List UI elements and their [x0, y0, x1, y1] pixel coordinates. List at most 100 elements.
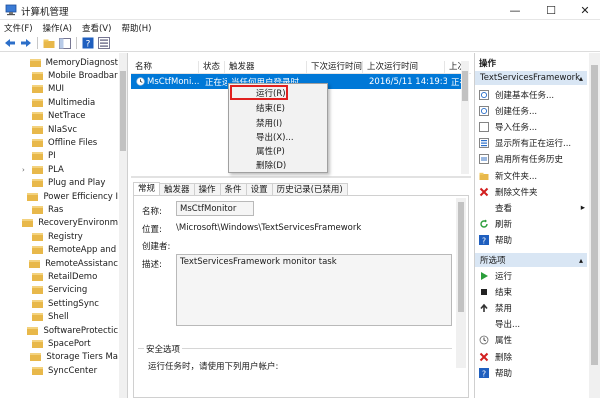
- action-item[interactable]: 创建任务...: [479, 104, 587, 117]
- tree-item[interactable]: Registry: [0, 230, 118, 243]
- action-item[interactable]: 导入任务...: [479, 120, 587, 133]
- properties-icon: [479, 335, 489, 345]
- help-icon[interactable]: ?: [81, 36, 95, 50]
- forward-arrow-icon[interactable]: [19, 36, 33, 50]
- tree-item[interactable]: RecoveryEnvironm: [0, 217, 118, 230]
- action-item[interactable]: 删除: [479, 350, 587, 363]
- tree-item[interactable]: Storage Tiers Ma: [0, 351, 118, 364]
- tree-item[interactable]: Shell: [0, 311, 118, 324]
- tree-item[interactable]: RemoteApp and: [0, 244, 118, 257]
- tree-item[interactable]: Mobile Broadbar: [0, 69, 118, 82]
- minimize-button[interactable]: —: [500, 0, 530, 20]
- collapse-arrow-icon[interactable]: ▴: [579, 74, 583, 83]
- tree-item[interactable]: › PLA: [0, 163, 118, 176]
- name-field[interactable]: MsCtfMonitor: [176, 201, 254, 216]
- column-next-run[interactable]: 下次运行时间: [307, 60, 363, 74]
- actions-scrollbar-thumb[interactable]: [591, 65, 598, 365]
- context-properties[interactable]: 属性(P): [256, 145, 285, 157]
- maximize-button[interactable]: ☐: [536, 0, 566, 20]
- tab-history[interactable]: 历史记录(已禁用): [271, 183, 348, 195]
- tree-item[interactable]: Servicing: [0, 284, 118, 297]
- action-item[interactable]: 新文件夹...: [479, 169, 587, 182]
- pane-splitter[interactable]: [131, 176, 471, 178]
- description-field[interactable]: TextServicesFramework monitor task: [176, 254, 452, 326]
- action-item[interactable]: 禁用: [479, 301, 587, 314]
- action-item[interactable]: 属性: [479, 334, 587, 347]
- action-item[interactable]: ? 帮助: [479, 234, 587, 247]
- collapse-arrow-icon[interactable]: ▴: [579, 256, 583, 265]
- tree-item[interactable]: SpacePort: [0, 337, 118, 350]
- task-list-scrollbar[interactable]: [461, 61, 469, 174]
- action-item[interactable]: 运行: [479, 269, 587, 282]
- action-item[interactable]: 刷新: [479, 218, 587, 231]
- context-delete[interactable]: 删除(D): [256, 159, 286, 171]
- action-item[interactable]: 创建基本任务...: [479, 88, 587, 101]
- tab-settings[interactable]: 设置: [245, 183, 273, 195]
- tree-item[interactable]: RetailDemo: [0, 270, 118, 283]
- tree-item[interactable]: NlaSvc: [0, 123, 118, 136]
- tree-item[interactable]: SoftwareProtectic: [0, 324, 118, 337]
- action-item[interactable]: 结束: [479, 285, 587, 298]
- tab-triggers[interactable]: 触发器: [159, 183, 195, 195]
- detail-scrollbar[interactable]: [456, 198, 466, 368]
- context-export[interactable]: 导出(X)...: [256, 131, 294, 143]
- context-disable[interactable]: 禁用(I): [256, 117, 282, 129]
- tree-item[interactable]: Offline Files: [0, 136, 118, 149]
- tree-item-label: NlaSvc: [48, 124, 78, 135]
- tab-conditions[interactable]: 条件: [219, 183, 247, 195]
- menu-action[interactable]: 操作(A): [43, 22, 72, 34]
- action-item-label: 删除: [495, 352, 513, 363]
- tree-item-label: RemoteAssistanc: [45, 258, 118, 269]
- folder-icon: [32, 339, 43, 348]
- column-status[interactable]: 状态: [199, 60, 225, 74]
- tree-item[interactable]: SyncCenter: [0, 364, 118, 377]
- tree-item[interactable]: MUI: [0, 83, 118, 96]
- tree-scrollbar-thumb[interactable]: [120, 71, 126, 151]
- menu-view[interactable]: 查看(V): [82, 22, 111, 34]
- tree-item-label: NetTrace: [48, 111, 86, 122]
- tree-scrollbar[interactable]: [119, 53, 127, 398]
- tree-item[interactable]: Ras: [0, 203, 118, 216]
- tree-item[interactable]: Power Efficiency I: [0, 190, 118, 203]
- properties-view-icon[interactable]: [97, 36, 111, 50]
- column-last-run[interactable]: 上次运行时间: [363, 60, 445, 74]
- running-tasks-icon: [479, 138, 489, 148]
- back-arrow-icon[interactable]: [3, 36, 17, 50]
- tree-item-label: Mobile Broadbar: [48, 70, 118, 81]
- tree-item[interactable]: NetTrace: [0, 110, 118, 123]
- actions-section-folder-label: TextServicesFramework: [480, 73, 581, 83]
- tab-general[interactable]: 常规: [133, 182, 161, 195]
- actions-section-folder[interactable]: TextServicesFramework ▴: [475, 71, 587, 85]
- up-folder-icon[interactable]: [42, 36, 56, 50]
- menu-help[interactable]: 帮助(H): [121, 22, 151, 34]
- menu-file[interactable]: 文件(F): [4, 22, 33, 34]
- action-item[interactable]: 显示所有正在运行...: [479, 137, 587, 150]
- tree-item[interactable]: MemoryDiagnost: [0, 56, 118, 69]
- task-list-scrollbar-thumb[interactable]: [462, 71, 468, 101]
- tree-item-label: SyncCenter: [48, 365, 98, 376]
- action-item[interactable]: 删除文件夹: [479, 185, 587, 198]
- submenu-arrow-icon[interactable]: ▸: [581, 203, 585, 213]
- action-item[interactable]: 启用所有任务历史: [479, 153, 587, 166]
- help-icon: ?: [479, 235, 489, 246]
- actions-scrollbar[interactable]: [589, 53, 600, 398]
- tree-item[interactable]: Multimedia: [0, 96, 118, 109]
- tree-item[interactable]: RemoteAssistanc: [0, 257, 118, 270]
- detail-scrollbar-thumb[interactable]: [458, 202, 464, 312]
- context-end[interactable]: 结束(E): [256, 102, 285, 114]
- tree-item[interactable]: SettingSync: [0, 297, 118, 310]
- tree-item[interactable]: Plug and Play: [0, 177, 118, 190]
- show-hide-tree-icon[interactable]: [58, 36, 72, 50]
- tab-actions[interactable]: 操作: [193, 183, 221, 195]
- expand-arrow-icon[interactable]: ›: [22, 166, 32, 174]
- column-trigger[interactable]: 触发器: [225, 60, 307, 74]
- action-item[interactable]: 查看 ▸: [479, 201, 587, 214]
- column-name[interactable]: 名称: [131, 60, 199, 74]
- actions-pane: 操作 TextServicesFramework ▴ 创建基本任务... 创建任务…: [474, 53, 600, 398]
- actions-section-selected[interactable]: 所选项 ▴: [475, 253, 587, 267]
- action-item[interactable]: ? 帮助: [479, 366, 587, 379]
- action-item[interactable]: 导出...: [479, 318, 587, 331]
- tree-item[interactable]: PI: [0, 150, 118, 163]
- location-value: \Microsoft\Windows\TextServicesFramework: [176, 223, 362, 233]
- close-button[interactable]: ✕: [570, 0, 600, 20]
